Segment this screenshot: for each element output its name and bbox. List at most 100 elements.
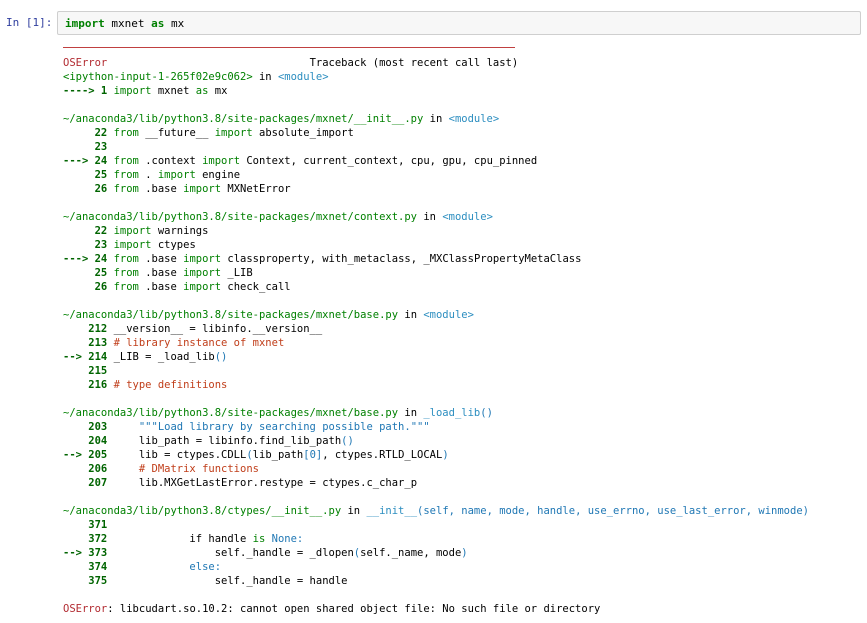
traceback-segment: 204 bbox=[63, 435, 114, 447]
traceback-segment: () bbox=[480, 407, 493, 419]
traceback-segment: from bbox=[113, 267, 139, 279]
traceback-line: 375 self._handle = handle bbox=[63, 574, 809, 588]
traceback-line: --> 214 _LIB = _load_lib() bbox=[63, 350, 809, 364]
traceback-line bbox=[63, 294, 809, 308]
traceback-segment: import bbox=[183, 183, 222, 195]
traceback-line: 23 bbox=[63, 140, 809, 154]
traceback-line: 25 from .base import _LIB bbox=[63, 266, 809, 280]
code-input-cell[interactable]: import mxnet as mx bbox=[57, 11, 861, 35]
traceback-segment: in bbox=[417, 211, 443, 223]
traceback-segment: 26 bbox=[63, 183, 114, 195]
traceback-segment: 23 bbox=[63, 239, 114, 251]
traceback-segment: 22 bbox=[63, 225, 114, 237]
traceback-line: 371 bbox=[63, 518, 809, 532]
traceback-segment: ) bbox=[442, 449, 449, 461]
traceback-segment: ---> 24 bbox=[63, 253, 114, 265]
traceback-segment: __future__ bbox=[138, 127, 215, 139]
traceback-segment: ctypes bbox=[151, 239, 196, 251]
traceback-segment: .context bbox=[138, 155, 203, 167]
traceback-segment: <module> bbox=[442, 211, 493, 223]
traceback-line: --> 373 self._handle = _dlopen(self._nam… bbox=[63, 546, 809, 560]
traceback-segment: <module> bbox=[423, 309, 474, 321]
traceback-segment: <ipython-input-1-265f02e9c062> bbox=[63, 71, 253, 83]
traceback-line: ~/anaconda3/lib/python3.8/site-packages/… bbox=[63, 210, 809, 224]
module-alias: mx bbox=[171, 17, 185, 30]
traceback-segment: ----> 1 bbox=[63, 85, 114, 97]
import-keyword: import bbox=[65, 17, 105, 30]
traceback-segment: ~/anaconda3/lib/python3.8/site-packages/… bbox=[63, 211, 418, 223]
traceback-segment: _load_lib bbox=[423, 407, 481, 419]
traceback-line bbox=[63, 588, 809, 602]
traceback-line: 22 import warnings bbox=[63, 224, 809, 238]
traceback-line bbox=[63, 490, 809, 504]
traceback-line: 372 if handle is None: bbox=[63, 532, 809, 546]
traceback-segment: ~/anaconda3/lib/python3.8/site-packages/… bbox=[63, 113, 424, 125]
traceback-segment: import bbox=[157, 169, 196, 181]
traceback-segment: .base bbox=[138, 267, 184, 279]
traceback-segment: : libcudart.so.10.2: cannot open shared … bbox=[107, 603, 601, 615]
traceback-segment: 26 bbox=[63, 281, 114, 293]
code-line: import mxnet as mx bbox=[65, 17, 184, 30]
traceback-line: ----> 1 import mxnet as mx bbox=[63, 84, 809, 98]
traceback-line: ~/anaconda3/lib/python3.8/site-packages/… bbox=[63, 308, 809, 322]
traceback-segment: ---> 24 bbox=[63, 155, 114, 167]
traceback-segment: <module> bbox=[277, 71, 329, 83]
traceback-segment: import bbox=[113, 85, 152, 97]
traceback-segment: () bbox=[214, 351, 228, 363]
traceback-line bbox=[63, 98, 809, 112]
traceback-segment: <module> bbox=[448, 113, 500, 125]
traceback-lines: OSError Traceback (most recent call last… bbox=[63, 56, 809, 616]
traceback-segment: mx bbox=[208, 85, 228, 97]
traceback-segment: # type definitions bbox=[113, 379, 228, 391]
traceback-segment: from bbox=[113, 127, 139, 139]
traceback-segment: _LIB bbox=[221, 267, 253, 279]
traceback-segment: .base bbox=[138, 253, 184, 265]
traceback-line bbox=[63, 392, 809, 406]
traceback-segment: .base bbox=[138, 183, 184, 195]
traceback-line: 206 # DMatrix functions bbox=[63, 462, 809, 476]
traceback-segment: warnings bbox=[151, 225, 209, 237]
traceback-segment: self._name, mode bbox=[360, 547, 462, 559]
traceback-segment: __version__ = libinfo.__version__ bbox=[113, 323, 323, 335]
traceback-segment: engine bbox=[195, 169, 241, 181]
traceback-segment: . bbox=[138, 169, 158, 181]
traceback-segment: 25 bbox=[63, 169, 114, 181]
traceback-line: 23 import ctypes bbox=[63, 238, 809, 252]
traceback-line: ~/anaconda3/lib/python3.8/site-packages/… bbox=[63, 112, 809, 126]
traceback-segment: """Load library by searching possible pa… bbox=[113, 421, 430, 433]
traceback-segment: from bbox=[113, 253, 139, 265]
traceback-segment: 371 bbox=[63, 519, 108, 531]
traceback-line: 215 bbox=[63, 364, 809, 378]
traceback-segment: --> 205 bbox=[63, 449, 114, 461]
traceback-header: OSError Traceback (most recent call last… bbox=[63, 56, 809, 70]
traceback-line: 203 """Load library by searching possibl… bbox=[63, 420, 809, 434]
traceback-segment: lib_path = libinfo.find_lib_path bbox=[113, 435, 342, 447]
traceback-segment: from bbox=[113, 155, 139, 167]
traceback-segment: import bbox=[183, 267, 222, 279]
module-name: mxnet bbox=[111, 17, 145, 30]
traceback-title: Traceback (most recent call last) bbox=[309, 57, 519, 69]
traceback-segment: from bbox=[113, 183, 139, 195]
traceback-segment: import bbox=[113, 239, 152, 251]
traceback-line: 26 from .base import check_call bbox=[63, 280, 809, 294]
traceback-segment: 375 bbox=[63, 575, 114, 587]
traceback-line: --> 205 lib = ctypes.CDLL(lib_path[0], c… bbox=[63, 448, 809, 462]
traceback-segment: 215 bbox=[63, 365, 108, 377]
traceback-segment: 207 bbox=[63, 477, 114, 489]
traceback-segment: ~/anaconda3/lib/python3.8/site-packages/… bbox=[63, 309, 399, 321]
traceback-segment: import bbox=[183, 253, 222, 265]
traceback-segment: 212 bbox=[63, 323, 114, 335]
traceback-line: ---> 24 from .base import classproperty,… bbox=[63, 252, 809, 266]
traceback-segment: --> 373 bbox=[63, 547, 114, 559]
traceback-segment: self._handle = _dlopen bbox=[113, 547, 354, 559]
traceback-segment: lib_path bbox=[252, 449, 304, 461]
traceback-segment: in bbox=[398, 407, 424, 419]
traceback-line: 26 from .base import MXNetError bbox=[63, 182, 809, 196]
traceback-line: ~/anaconda3/lib/python3.8/site-packages/… bbox=[63, 406, 809, 420]
traceback-segment: ~/anaconda3/lib/python3.8/ctypes/__init_… bbox=[63, 505, 342, 517]
traceback-segment: (self, name, mode, handle, use_errno, us… bbox=[417, 505, 809, 517]
traceback-line: 204 lib_path = libinfo.find_lib_path() bbox=[63, 434, 809, 448]
traceback-segment: lib.MXGetLastError.restype = ctypes.c_ch… bbox=[113, 477, 418, 489]
traceback-line: 207 lib.MXGetLastError.restype = ctypes.… bbox=[63, 476, 809, 490]
traceback-segment: in bbox=[252, 71, 278, 83]
